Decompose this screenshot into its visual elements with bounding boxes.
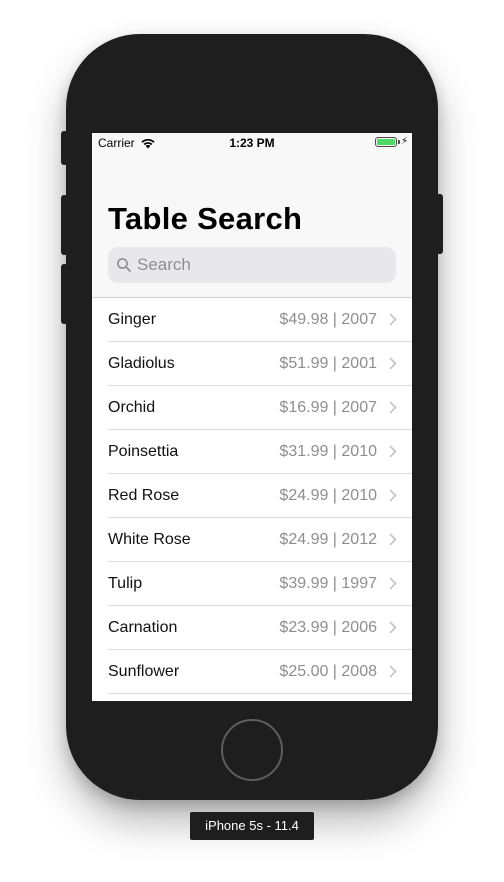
table-row[interactable]: Poinsettia $31.99 | 2010: [92, 430, 412, 474]
search-input[interactable]: Search: [108, 247, 396, 283]
row-detail: $51.99 | 2001: [279, 355, 377, 372]
row-detail: $25.00 | 2008: [279, 663, 377, 680]
table-row[interactable]: Sunflower $25.00 | 2008: [92, 650, 412, 694]
search-icon: [117, 258, 131, 272]
table-row[interactable]: Orchid $16.99 | 2007: [92, 386, 412, 430]
row-detail: $39.99 | 1997: [279, 575, 377, 592]
row-detail: $49.98 | 2007: [279, 311, 377, 328]
table-row[interactable]: White Rose $24.99 | 2012: [92, 518, 412, 562]
chevron-right-icon: [389, 577, 397, 590]
search-placeholder: Search: [137, 255, 191, 274]
chevron-right-icon: [389, 357, 397, 370]
row-detail: $31.99 | 2010: [279, 443, 377, 460]
row-title: Ginger: [108, 311, 157, 328]
navigation-bar: Carrier 1:23 PM ⚡ Table Search Search: [92, 133, 412, 298]
chevron-right-icon: [389, 489, 397, 502]
row-title: Orchid: [108, 399, 156, 416]
row-detail: $23.99 | 2006: [279, 619, 377, 636]
battery-tip: [397, 140, 400, 144]
home-button[interactable]: [221, 719, 283, 781]
row-title: Sunflower: [108, 663, 180, 680]
chevron-right-icon: [389, 621, 397, 634]
table-row[interactable]: Red Rose $24.99 | 2010: [92, 474, 412, 518]
row-title: White Rose: [108, 531, 191, 548]
chevron-right-icon: [389, 313, 397, 326]
table-row[interactable]: Carnation $23.99 | 2006: [92, 606, 412, 650]
table-row[interactable]: Tulip $39.99 | 1997: [92, 562, 412, 606]
charging-bolt-icon: ⚡: [400, 136, 408, 147]
row-detail: $24.99 | 2010: [279, 487, 377, 504]
screen: Carrier 1:23 PM ⚡ Table Search Search Gi…: [92, 133, 412, 701]
row-title: Gladiolus: [108, 355, 175, 372]
row-detail: $24.99 | 2012: [279, 531, 377, 548]
results-table: Ginger $49.98 | 2007 Gladiolus $51.99 | …: [92, 298, 412, 694]
row-title: Red Rose: [108, 487, 180, 504]
battery-fill: [376, 139, 395, 145]
row-title: Carnation: [108, 619, 178, 636]
row-detail: $16.99 | 2007: [279, 399, 377, 416]
row-title: Tulip: [108, 575, 143, 592]
chevron-right-icon: [389, 533, 397, 546]
chevron-right-icon: [389, 401, 397, 414]
simulator-device-label: iPhone 5s - 11.4: [190, 812, 314, 840]
row-title: Poinsettia: [108, 443, 179, 460]
page-title: Table Search: [108, 201, 303, 236]
table-row[interactable]: Ginger $49.98 | 2007: [92, 298, 412, 342]
status-time: 1:23 PM: [229, 136, 275, 150]
chevron-right-icon: [389, 665, 397, 678]
chevron-right-icon: [389, 445, 397, 458]
battery-indicator: ⚡: [374, 136, 408, 147]
table-row[interactable]: Gladiolus $51.99 | 2001: [92, 342, 412, 386]
status-bar: Carrier 1:23 PM ⚡: [92, 133, 412, 153]
battery-icon: [374, 137, 397, 147]
row-separator: [108, 693, 412, 694]
